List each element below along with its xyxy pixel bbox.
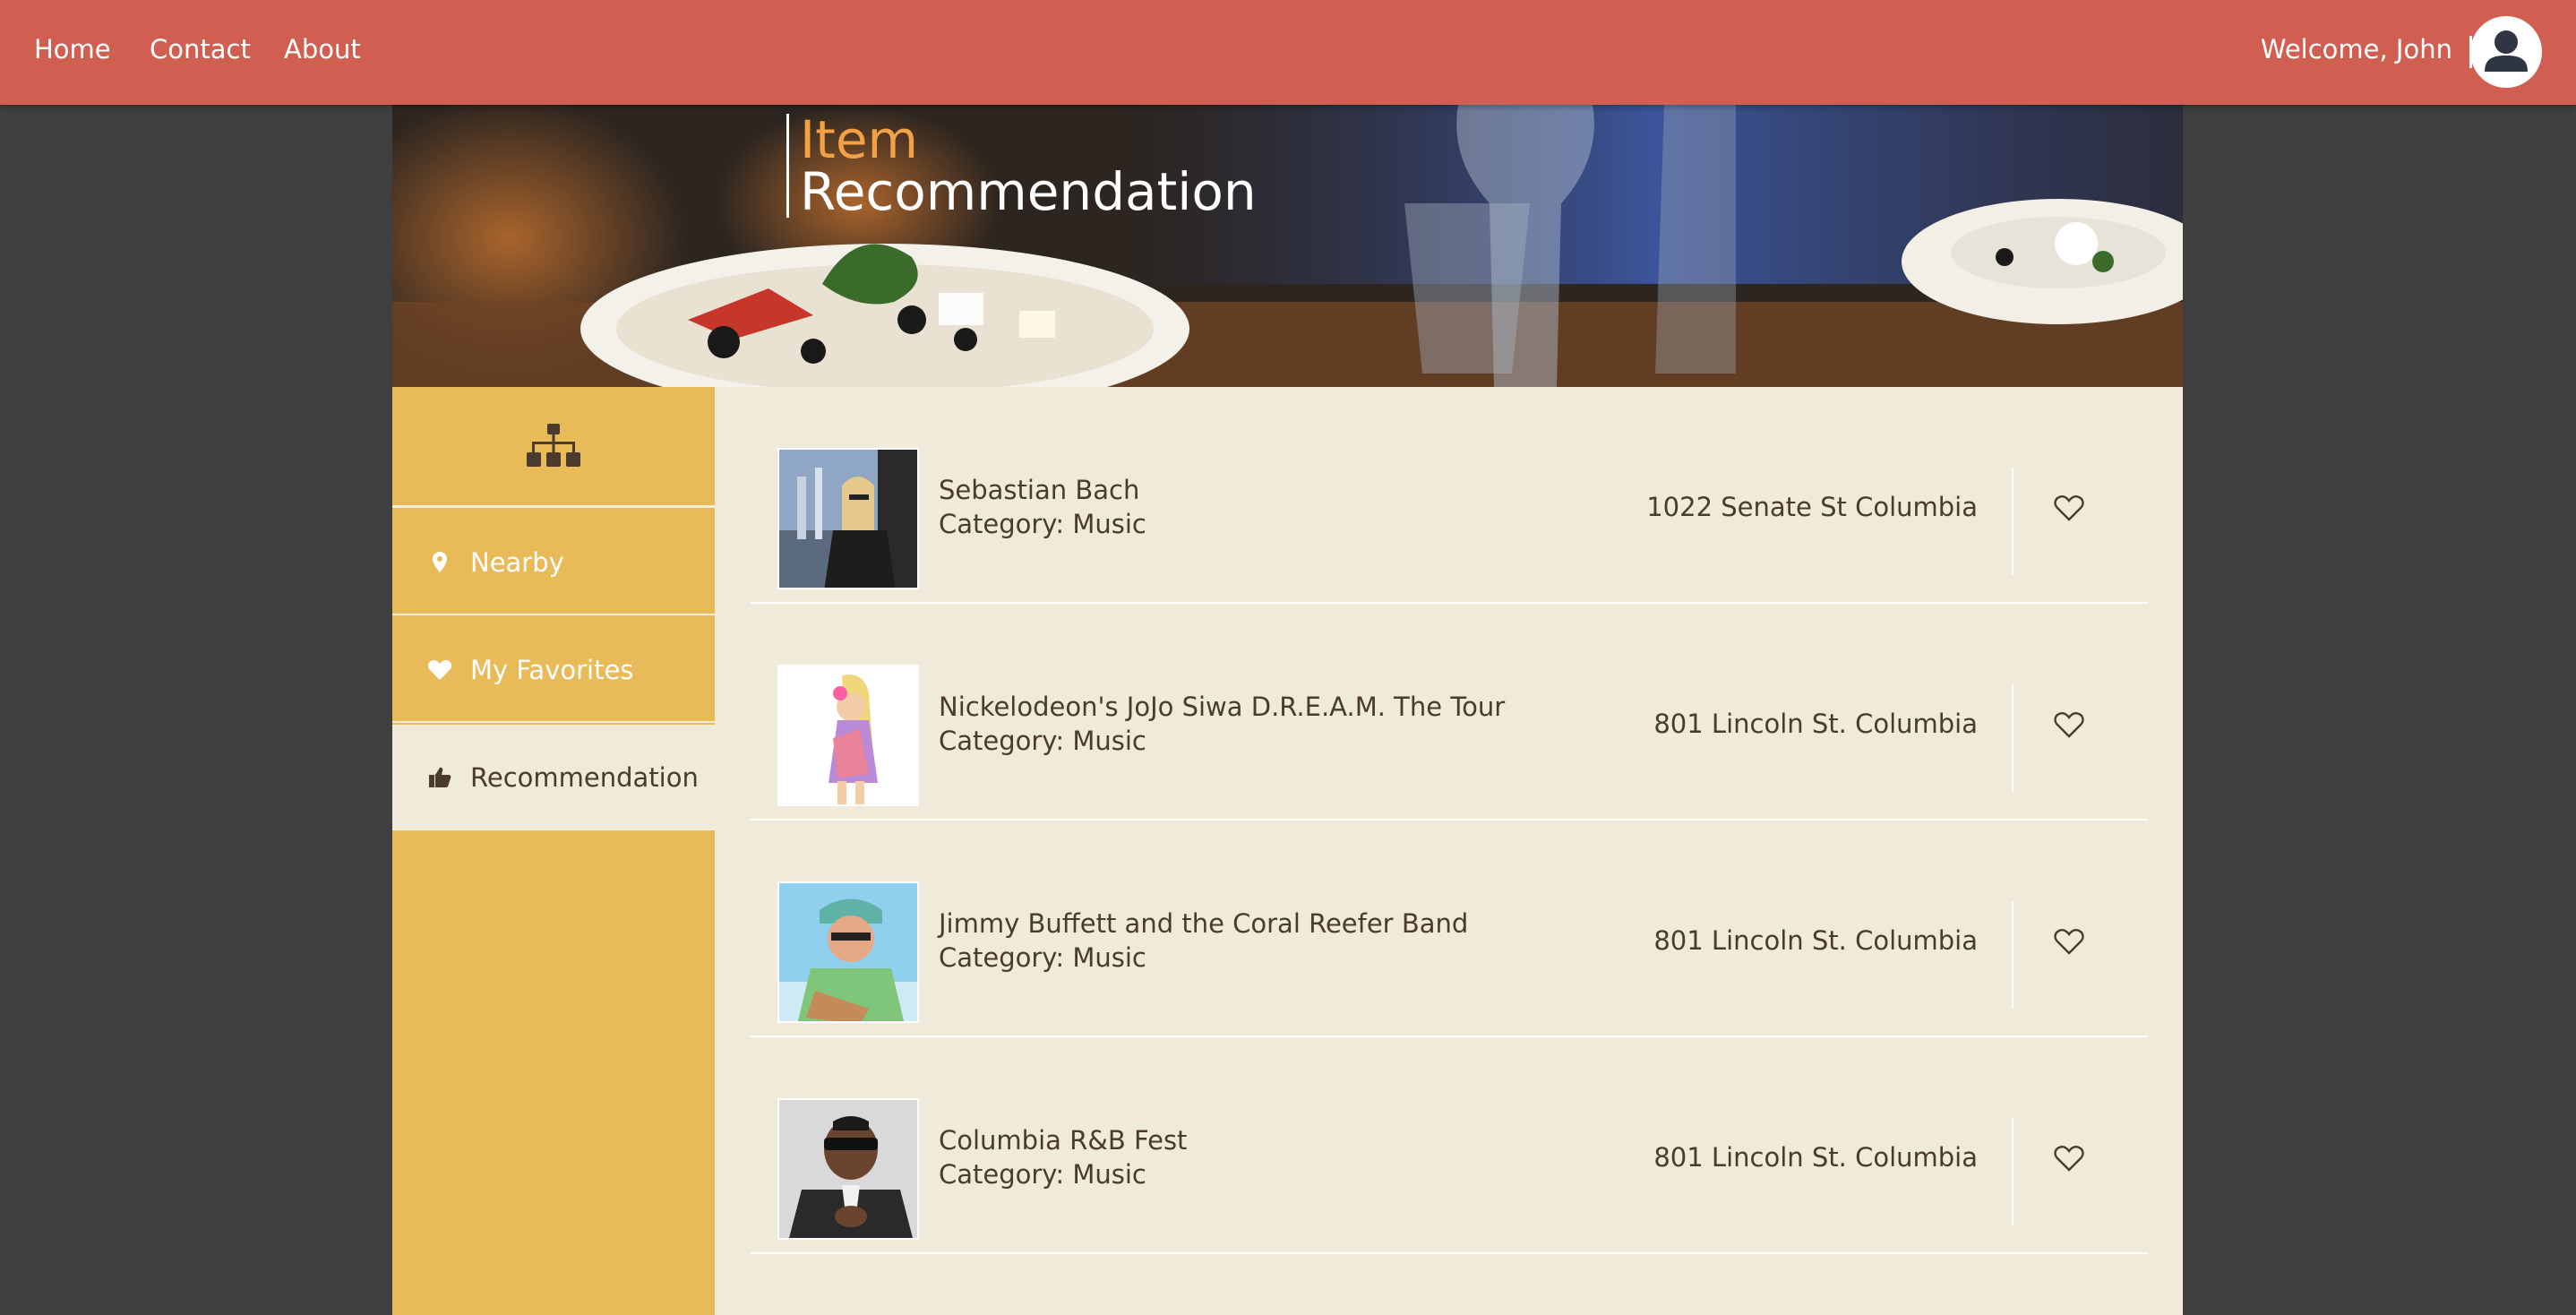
heart-icon (427, 660, 452, 680)
list-item[interactable]: Nickelodeon's JoJo Siwa D.R.E.A.M. The T… (751, 604, 2148, 821)
favorite-heart-icon[interactable] (2053, 709, 2085, 741)
item-thumbnail (777, 665, 919, 806)
favorite-heart-icon[interactable] (2053, 1142, 2085, 1174)
sidebar-item-nearby[interactable]: Nearby (392, 510, 715, 615)
item-name[interactable]: Sebastian Bach (939, 475, 1139, 505)
item-name[interactable]: Nickelodeon's JoJo Siwa D.R.E.A.M. The T… (939, 692, 1505, 722)
item-address: 801 Lincoln St. Columbia (1653, 925, 1978, 956)
list-item[interactable]: Jimmy Buffett and the Coral Reefer Band … (751, 821, 2148, 1037)
row-divider (2012, 684, 2014, 792)
sidebar-item-label: Nearby (470, 547, 564, 578)
nav-home-link[interactable]: Home (34, 34, 111, 64)
row-divider (2012, 468, 2014, 575)
favorite-heart-icon[interactable] (2053, 925, 2085, 958)
welcome-text: Welcome, John (2260, 34, 2452, 64)
sidebar: Nearby My Favorites Recommendation (392, 387, 715, 1315)
item-thumbnail (777, 448, 919, 589)
page-title: Item Recommendation (786, 114, 1257, 218)
favorite-heart-icon[interactable] (2053, 492, 2085, 524)
thumbs-up-icon (429, 767, 451, 787)
item-thumbnail (777, 881, 919, 1023)
item-name[interactable]: Columbia R&B Fest (939, 1125, 1187, 1156)
item-address: 801 Lincoln St. Columbia (1653, 709, 1978, 739)
page-title-line2: Recommendation (800, 161, 1257, 222)
item-thumbnail (777, 1098, 919, 1240)
sidebar-item-label: My Favorites (470, 655, 634, 685)
item-category: Category: Music (939, 726, 1146, 756)
hero-banner: Item Recommendation (392, 105, 2183, 387)
map-marker-icon (433, 552, 447, 572)
nav-contact-link[interactable]: Contact (150, 34, 251, 64)
restaurant-banner-image (392, 105, 2183, 387)
sidebar-header (392, 387, 715, 508)
row-divider (2012, 901, 2014, 1009)
item-address: 801 Lincoln St. Columbia (1653, 1142, 1978, 1173)
row-divider (2012, 1118, 2014, 1225)
avatar[interactable] (2470, 16, 2542, 88)
item-address: 1022 Senate St Columbia (1646, 492, 1978, 522)
main-container: Item Recommendation Nearby My Favorites … (392, 105, 2183, 1315)
sidebar-item-label: Recommendation (470, 762, 699, 793)
list-item[interactable]: Columbia R&B Fest Category: Music 801 Li… (751, 1037, 2148, 1254)
sidebar-item-recommendation[interactable]: Recommendation (392, 725, 715, 830)
item-category: Category: Music (939, 509, 1146, 539)
item-category: Category: Music (939, 942, 1146, 973)
user-icon (2485, 30, 2528, 72)
sidebar-item-my-favorites[interactable]: My Favorites (392, 617, 715, 723)
item-name[interactable]: Jimmy Buffett and the Coral Reefer Band (939, 908, 1468, 939)
nav-about-link[interactable]: About (284, 34, 361, 64)
list-item[interactable]: Sebastian Bach Category: Music 1022 Sena… (751, 387, 2148, 604)
sitemap-icon (527, 424, 580, 467)
item-category: Category: Music (939, 1159, 1146, 1190)
top-nav: Home Contact About Welcome, John (0, 0, 2576, 105)
page-title-line1: Item (800, 109, 919, 170)
